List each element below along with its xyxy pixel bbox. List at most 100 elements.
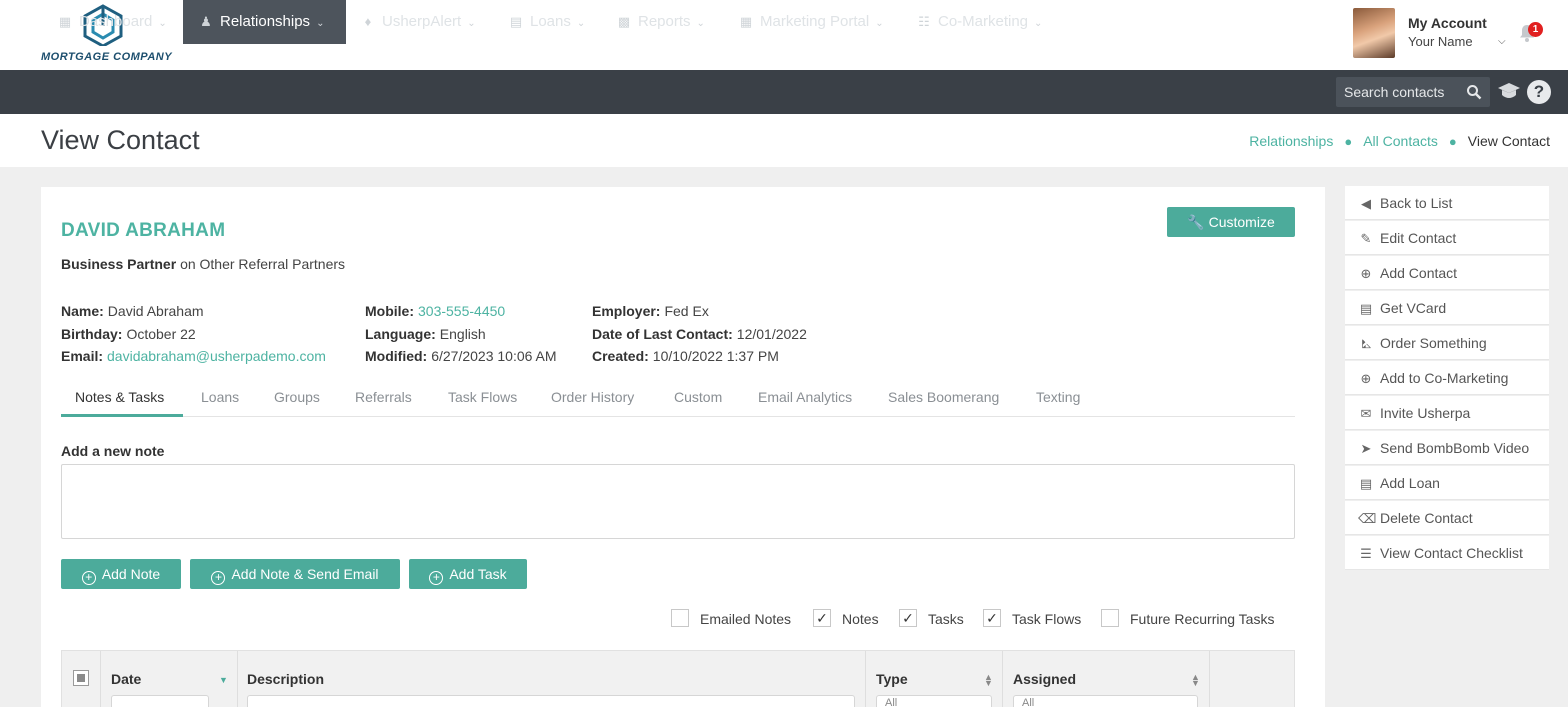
chevron-down-icon[interactable]: ⌵ — [1498, 36, 1506, 47]
mobile-link[interactable]: 303-555-4450 — [418, 303, 505, 319]
checkbox-label: Future Recurring Tasks — [1130, 611, 1275, 627]
tab-order-history[interactable]: Order History — [551, 381, 634, 417]
column-type[interactable]: Type — [876, 671, 908, 687]
checkbox-tasks[interactable]: ✓ — [899, 609, 917, 627]
search-icon[interactable] — [1466, 84, 1482, 100]
trash-icon: ⌫ — [1358, 511, 1377, 526]
checkbox-emailed-notes[interactable] — [671, 609, 689, 627]
nav-co-marketing[interactable]: ☷ Co-Marketing ⌄ — [902, 0, 1062, 44]
add-note-label: Add a new note — [61, 443, 165, 459]
contact-role: Business Partner on Other Referral Partn… — [61, 256, 345, 272]
logo-text: MORTGAGE COMPANY — [41, 51, 173, 63]
sitemap-icon: ☷ — [918, 14, 930, 29]
avatar[interactable] — [1353, 8, 1395, 58]
nav-loans[interactable]: ▤ Loans ⌄ — [496, 0, 602, 44]
plus-circle-icon: + — [81, 571, 96, 585]
side-invite-usherpa[interactable]: ✉ Invite Usherpa — [1345, 396, 1549, 430]
dashboard-icon: ▦ — [58, 14, 72, 29]
sort-desc-icon[interactable]: ▼ — [219, 676, 228, 685]
checkbox-notes[interactable]: ✓ — [813, 609, 831, 627]
arrow-left-circle-icon: ◀ — [1361, 196, 1371, 211]
nav-reports[interactable]: ▩ Reports ⌄ — [602, 0, 724, 44]
side-add-loan[interactable]: ▤ Add Loan — [1345, 466, 1549, 500]
nav-marketing-portal[interactable]: ▦ Marketing Portal ⌄ — [724, 0, 902, 44]
side-view-contact-checklist[interactable]: ☰ View Contact Checklist — [1345, 536, 1549, 570]
column-divider — [865, 651, 866, 707]
breadcrumb-separator: ● — [1448, 134, 1457, 149]
nav-usherpalert[interactable]: ♦ UsherpAlert ⌄ — [346, 0, 496, 44]
tab-sales-boomerang[interactable]: Sales Boomerang — [888, 381, 999, 417]
id-card-icon: ▤ — [1359, 301, 1373, 316]
column-divider — [237, 651, 238, 707]
date-filter-input[interactable] — [111, 695, 209, 707]
side-delete-contact[interactable]: ⌫ Delete Contact — [1345, 501, 1549, 535]
side-edit-contact[interactable]: ✎ Edit Contact — [1345, 221, 1549, 255]
bell-icon: ♦ — [364, 14, 372, 29]
chevron-down-icon: ⌄ — [576, 18, 586, 29]
help-icon[interactable]: ? — [1527, 80, 1551, 104]
side-back-to-list[interactable]: ◀ Back to List — [1345, 186, 1549, 220]
cart-icon: ⛡ — [1361, 336, 1371, 351]
chevron-down-icon: ⌄ — [316, 18, 325, 29]
checkbox-label: Task Flows — [1012, 611, 1082, 627]
tab-loans[interactable]: Loans — [201, 381, 239, 417]
users-icon: ♟ — [200, 14, 212, 29]
select-all-checkbox[interactable] — [73, 670, 89, 686]
search-input[interactable] — [1336, 77, 1461, 107]
column-divider — [100, 651, 101, 707]
side-add-co-marketing[interactable]: ⊕ Add to Co-Marketing — [1345, 361, 1549, 395]
field-modified: Modified: 6/27/2023 10:06 AM — [365, 348, 557, 364]
loans-icon: ▤ — [509, 14, 523, 29]
type-filter-select[interactable]: All — [876, 695, 992, 707]
side-order-something[interactable]: ⛡ Order Something — [1345, 326, 1549, 360]
sort-icon[interactable]: ▲ ▼ — [1191, 673, 1200, 688]
chevron-down-icon: ⌄ — [696, 18, 705, 29]
assigned-filter-select[interactable]: All — [1013, 695, 1198, 707]
checkbox-task-flows[interactable]: ✓ — [983, 609, 1001, 627]
plus-circle-icon: + — [211, 571, 226, 585]
nav-relationships[interactable]: ♟ Relationships ⌄ — [183, 0, 346, 44]
add-note-button[interactable]: + Add Note — [61, 559, 181, 589]
main-nav — [0, 70, 1568, 114]
checkbox-future-recurring[interactable] — [1101, 609, 1119, 627]
graduation-cap-icon[interactable] — [1497, 81, 1521, 101]
column-description[interactable]: Description — [247, 671, 324, 687]
account-name[interactable]: Your Name — [1408, 34, 1473, 49]
tab-task-flows[interactable]: Task Flows — [448, 381, 517, 417]
tab-texting[interactable]: Texting — [1036, 381, 1080, 417]
email-link[interactable]: davidabraham@usherpademo.com — [107, 348, 326, 364]
customize-button[interactable]: 🔧 Customize — [1167, 207, 1295, 237]
page-title: View Contact — [41, 125, 200, 155]
field-employer: Employer: Fed Ex — [592, 303, 709, 319]
note-input[interactable] — [61, 464, 1295, 539]
nav-dashboard[interactable]: ▦ Dashboard ⌄ — [41, 0, 183, 44]
add-task-button[interactable]: + Add Task — [409, 559, 527, 589]
add-note-send-email-button[interactable]: + Add Note & Send Email — [190, 559, 400, 589]
tab-notes-tasks[interactable]: Notes & Tasks — [61, 381, 183, 417]
column-assigned[interactable]: Assigned — [1013, 671, 1076, 687]
column-divider — [1209, 651, 1210, 707]
side-send-bombbomb-video[interactable]: ➤ Send BombBomb Video — [1345, 431, 1549, 465]
side-add-contact[interactable]: ⊕ Add Contact — [1345, 256, 1549, 290]
description-filter-input[interactable] — [247, 695, 855, 707]
breadcrumb-separator: ● — [1344, 134, 1353, 149]
side-get-vcard[interactable]: ▤ Get VCard — [1345, 291, 1549, 325]
tab-custom[interactable]: Custom — [674, 381, 722, 417]
breadcrumb-all-contacts[interactable]: All Contacts — [1363, 133, 1438, 149]
tab-email-analytics[interactable]: Email Analytics — [758, 381, 852, 417]
field-language: Language: English — [365, 326, 486, 342]
account-title[interactable]: My Account — [1408, 15, 1487, 31]
chevron-down-icon: ⌄ — [158, 18, 167, 29]
chevron-down-icon: ⌄ — [875, 18, 884, 29]
field-mobile: Mobile: 303-555-4450 — [365, 303, 506, 319]
sort-icon[interactable]: ▲ ▼ — [984, 673, 993, 688]
store-icon: ▦ — [739, 14, 753, 29]
field-name: Name: David Abraham — [61, 303, 204, 319]
tab-groups[interactable]: Groups — [274, 381, 320, 417]
breadcrumb-relationships[interactable]: Relationships — [1249, 133, 1333, 149]
field-birthday: Birthday: October 22 — [61, 326, 196, 342]
tab-referrals[interactable]: Referrals — [355, 381, 412, 417]
layers-icon: ☰ — [1360, 546, 1372, 561]
column-date[interactable]: Date — [111, 671, 141, 687]
plus-circle-icon: ⊕ — [1360, 371, 1372, 386]
